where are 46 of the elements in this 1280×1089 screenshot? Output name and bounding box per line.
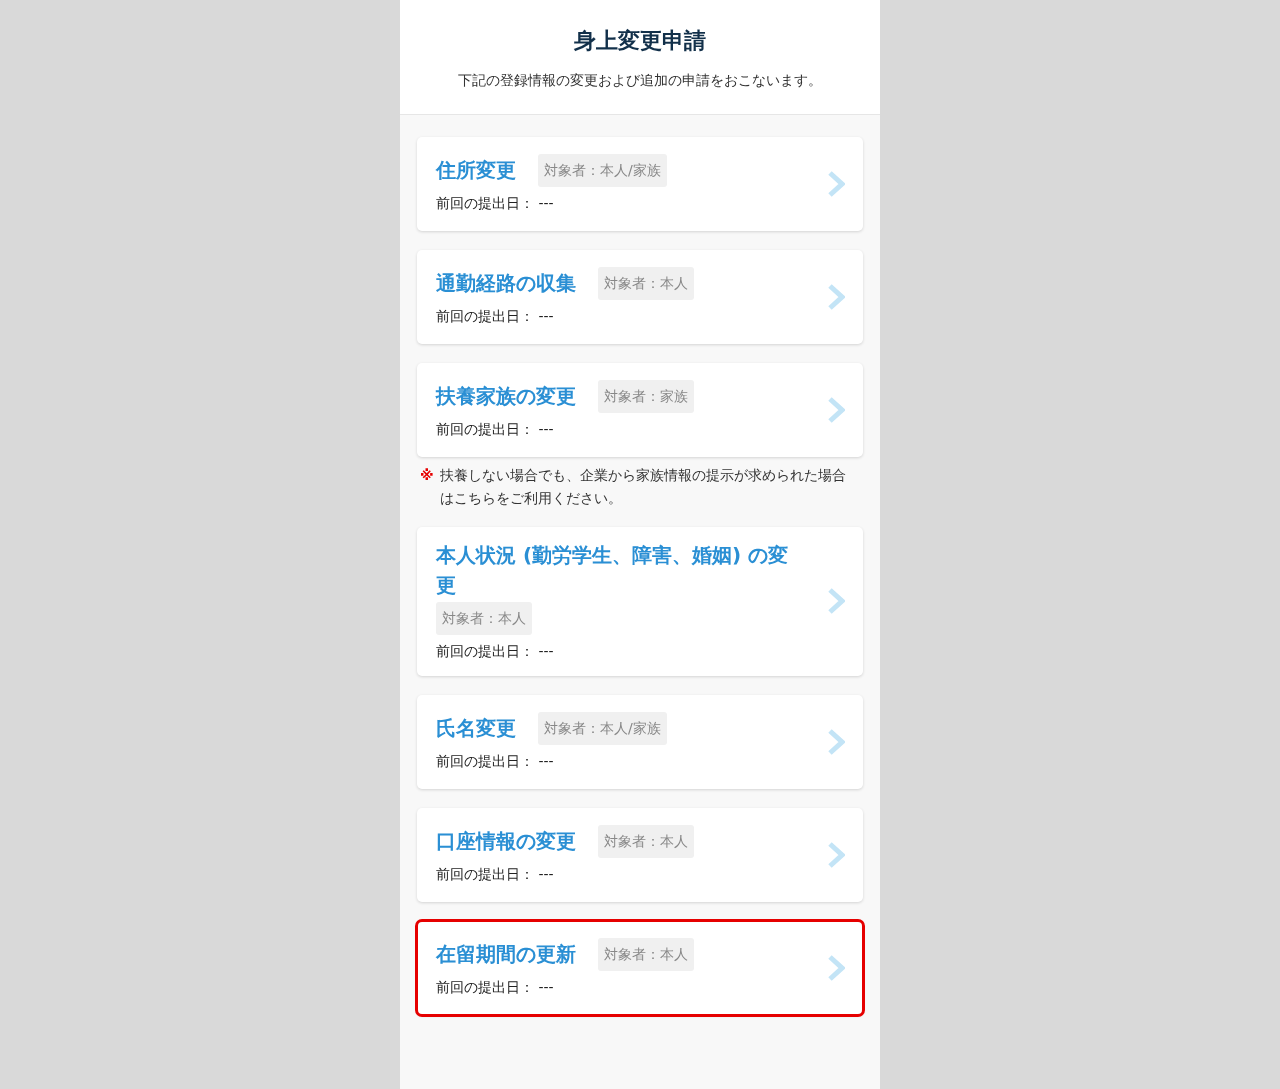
page-subtitle: 下記の登録情報の変更および追加の申請をおこないます。 bbox=[457, 71, 823, 91]
date-value: --- bbox=[537, 865, 554, 882]
date-label: 前回の提出日： bbox=[436, 865, 534, 882]
date-label: 前回の提出日： bbox=[436, 420, 534, 437]
chevron-right-icon bbox=[827, 728, 845, 755]
application-card[interactable]: 本人状況 (勤労学生、障害、婚姻) の変更 対象者：本人 前回の提出日： --- bbox=[417, 527, 863, 677]
application-card[interactable]: 在留期間の更新 対象者：本人 前回の提出日： --- bbox=[417, 921, 863, 1016]
application-card[interactable]: 住所変更 対象者：本人/家族 前回の提出日： --- bbox=[417, 137, 863, 231]
chevron-right-icon bbox=[827, 588, 845, 615]
application-card[interactable]: 扶養家族の変更 対象者：家族 前回の提出日： --- bbox=[417, 363, 863, 457]
date-label: 前回の提出日： bbox=[436, 978, 534, 995]
page-title: 身上変更申請 bbox=[573, 28, 707, 55]
target-tag: 対象者：本人/家族 bbox=[538, 153, 667, 187]
target-tag: 対象者：本人/家族 bbox=[538, 711, 667, 745]
date-label: 前回の提出日： bbox=[436, 752, 534, 769]
application-card[interactable]: 通勤経路の収集 対象者：本人 前回の提出日： --- bbox=[417, 250, 863, 344]
chevron-right-icon bbox=[827, 954, 845, 981]
date-label: 前回の提出日： bbox=[436, 307, 534, 324]
date-value: --- bbox=[537, 307, 554, 324]
date-label: 前回の提出日： bbox=[436, 194, 534, 211]
note-text: 扶養しない場合でも、企業から家族情報の提示が求められた場合はこちらをご利用ください。 bbox=[439, 466, 847, 509]
chevron-right-icon bbox=[827, 841, 845, 868]
target-tag: 対象者：本人 bbox=[598, 824, 694, 858]
target-tag: 対象者：本人 bbox=[436, 602, 532, 636]
card-title: 本人状況 (勤労学生、障害、婚姻) の変更 bbox=[436, 542, 790, 600]
card-title: 住所変更 bbox=[436, 157, 516, 184]
chevron-right-icon bbox=[827, 283, 845, 310]
date-value: --- bbox=[537, 978, 554, 995]
note-mark: ※ bbox=[420, 466, 434, 485]
chevron-right-icon bbox=[827, 396, 845, 423]
card-title: 扶養家族の変更 bbox=[436, 383, 576, 410]
target-tag: 対象者：本人 bbox=[598, 266, 694, 300]
date-value: --- bbox=[537, 752, 554, 769]
date-label: 前回の提出日： bbox=[436, 643, 534, 660]
card-title: 通勤経路の収集 bbox=[436, 270, 576, 297]
chevron-right-icon bbox=[827, 170, 845, 197]
date-value: --- bbox=[537, 194, 554, 211]
card-title: 口座情報の変更 bbox=[436, 828, 576, 856]
card-title: 氏名変更 bbox=[436, 715, 516, 743]
date-value: --- bbox=[537, 643, 554, 660]
card-title: 在留期間の更新 bbox=[436, 941, 576, 969]
date-value: --- bbox=[537, 420, 554, 437]
target-tag: 対象者：本人 bbox=[598, 937, 694, 971]
application-card[interactable]: 口座情報の変更 対象者：本人 前回の提出日： --- bbox=[417, 808, 863, 903]
application-card[interactable]: 氏名変更 対象者：本人/家族 前回の提出日： --- bbox=[417, 695, 863, 790]
target-tag: 対象者：家族 bbox=[598, 379, 694, 413]
